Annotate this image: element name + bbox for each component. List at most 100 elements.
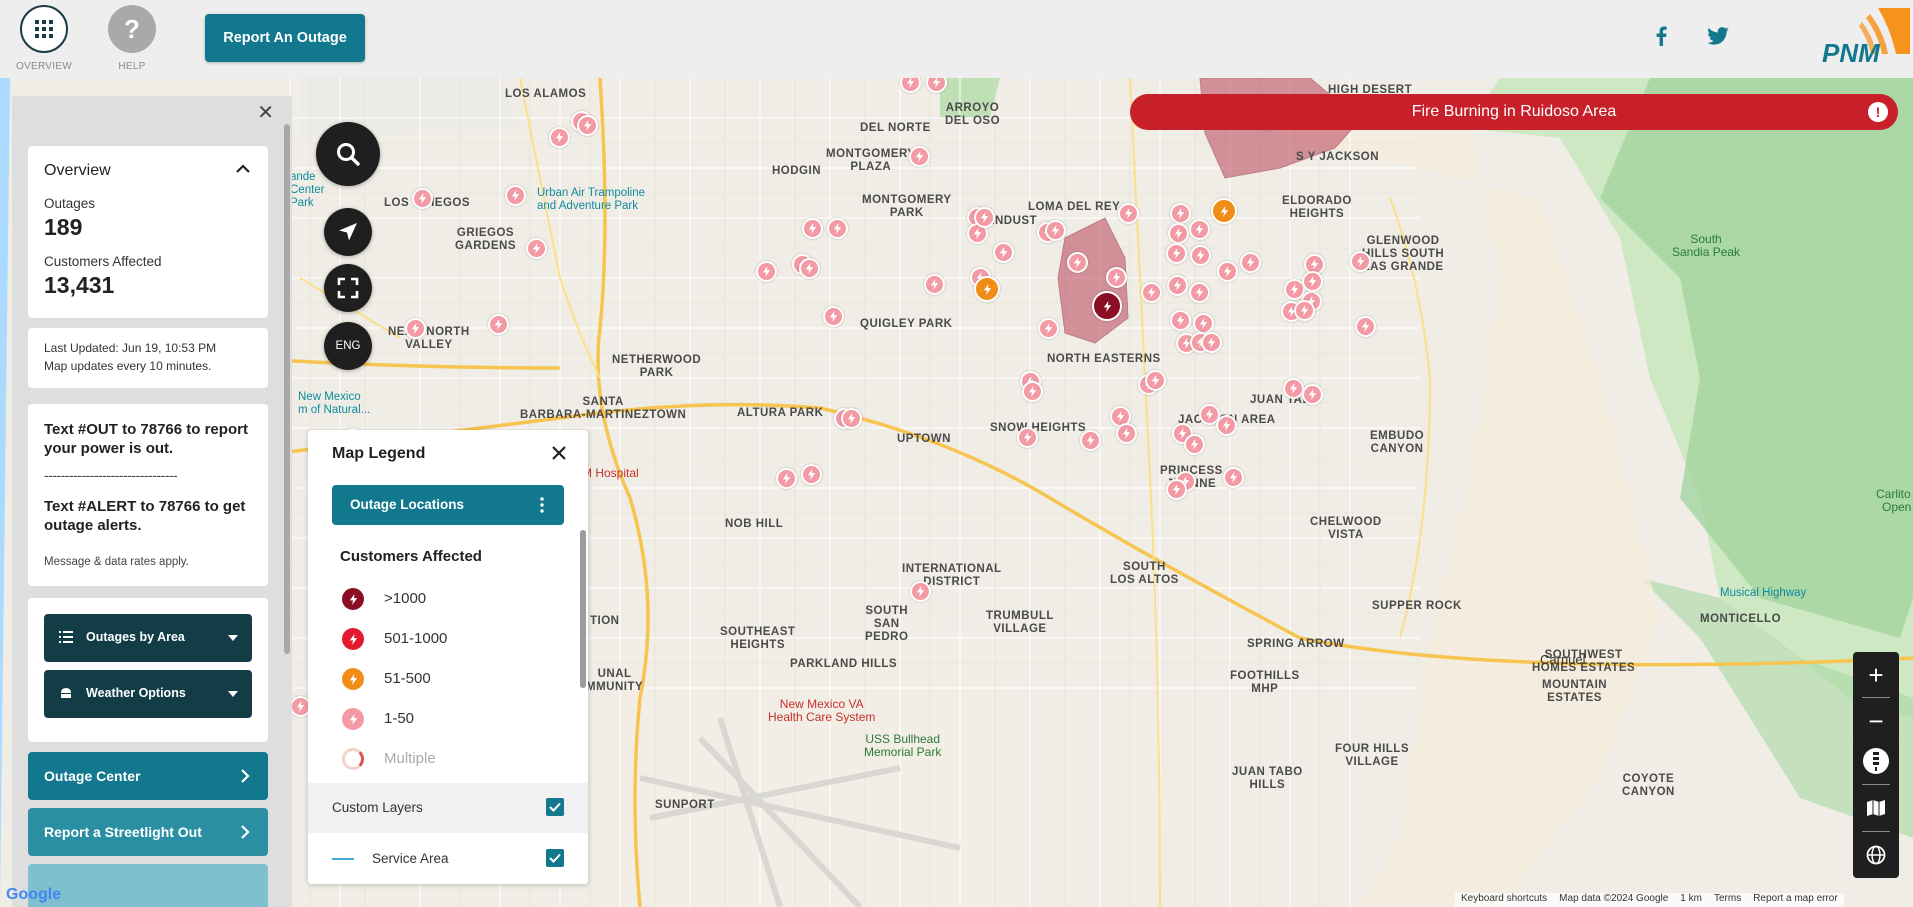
overview-label: OVERVIEW (15, 61, 73, 72)
service-area-checkbox[interactable] (546, 849, 564, 867)
close-panel-icon[interactable]: ✕ (257, 100, 274, 125)
locate-button[interactable] (324, 208, 372, 256)
outages-by-area-dropdown[interactable]: Outages by Area (44, 614, 252, 662)
outage-marker[interactable] (1223, 467, 1244, 488)
map-type-button[interactable] (1853, 785, 1899, 831)
outage-marker[interactable] (526, 238, 547, 259)
outage-marker[interactable] (1240, 252, 1261, 273)
outage-bolt-icon (342, 588, 364, 610)
outage-marker[interactable] (974, 207, 995, 228)
outage-marker[interactable] (924, 274, 945, 295)
outage-marker[interactable] (1189, 219, 1210, 240)
outage-marker[interactable] (1168, 223, 1189, 244)
outage-marker[interactable] (1350, 251, 1371, 272)
outage-marker[interactable] (1167, 275, 1188, 296)
outage-marker[interactable] (1166, 243, 1187, 264)
outage-marker[interactable] (1017, 427, 1038, 448)
alert-exclamation-icon[interactable]: ! (1868, 102, 1888, 122)
map-label-griegos-gardens: GRIEGOS GARDENS (455, 227, 517, 252)
outage-marker[interactable] (1080, 430, 1101, 451)
outage-center-button[interactable]: Outage Center (28, 752, 268, 800)
outage-marker[interactable] (823, 306, 844, 327)
search-button[interactable] (316, 122, 380, 186)
outage-marker[interactable] (1170, 203, 1191, 224)
outage-marker[interactable] (1283, 378, 1304, 399)
outage-marker[interactable] (974, 276, 1000, 302)
legend-item-label: 501-1000 (384, 630, 448, 647)
outage-marker[interactable] (1193, 313, 1214, 334)
zoom-in-button[interactable]: + (1853, 652, 1899, 698)
custom-layers-checkbox[interactable] (546, 798, 564, 816)
weather-options-dropdown[interactable]: Weather Options (44, 670, 252, 718)
legend-scrollbar[interactable] (580, 530, 586, 688)
outage-marker[interactable] (1302, 384, 1323, 405)
pnm-logo[interactable]: PNM (1818, 8, 1910, 68)
outage-marker[interactable] (1302, 271, 1323, 292)
close-legend-icon[interactable] (550, 444, 568, 462)
help-nav-button[interactable]: ? HELP (107, 5, 157, 72)
lightning-icon (932, 78, 941, 88)
fire-alert-banner[interactable]: Fire Burning in Ruidoso Area ! (1130, 94, 1898, 130)
outage-marker[interactable] (1067, 252, 1088, 273)
globe-button[interactable] (1853, 832, 1899, 878)
outage-marker[interactable] (1189, 282, 1210, 303)
scale-text[interactable]: 1 km (1680, 893, 1702, 907)
outage-marker[interactable] (910, 581, 931, 602)
outage-marker[interactable] (1211, 198, 1237, 224)
outage-marker[interactable] (799, 258, 820, 279)
terms-link[interactable]: Terms (1714, 893, 1741, 907)
outage-marker[interactable] (1217, 261, 1238, 282)
report-streetlight-button[interactable]: Report a Streetlight Out (28, 808, 268, 856)
chevron-up-icon[interactable] (234, 160, 252, 178)
outage-marker[interactable] (801, 464, 822, 485)
outage-marker[interactable] (1022, 381, 1043, 402)
fullscreen-button[interactable] (324, 264, 372, 312)
outage-marker[interactable] (505, 185, 526, 206)
outage-marker[interactable] (841, 408, 862, 429)
outage-marker[interactable] (827, 218, 848, 239)
lightning-icon (1051, 225, 1060, 236)
outage-marker[interactable] (1166, 479, 1187, 500)
outage-marker[interactable] (1118, 203, 1139, 224)
outage-marker[interactable] (1184, 434, 1205, 455)
outage-marker[interactable] (776, 468, 797, 489)
legend-toggle-button[interactable] (1853, 738, 1899, 784)
outage-marker[interactable] (1201, 332, 1222, 353)
panel-scrollbar[interactable] (284, 124, 290, 654)
outage-marker[interactable] (1116, 423, 1137, 444)
keyboard-shortcuts-link[interactable]: Keyboard shortcuts (1461, 893, 1547, 907)
outage-marker[interactable] (1294, 300, 1315, 321)
outage-marker[interactable] (1141, 282, 1162, 303)
outage-marker[interactable] (1045, 220, 1066, 241)
outage-marker[interactable] (488, 314, 509, 335)
outage-marker[interactable] (405, 318, 426, 339)
lightning-icon (1196, 250, 1205, 261)
grid-icon (20, 5, 68, 53)
twitter-icon[interactable] (1706, 24, 1730, 48)
facebook-icon[interactable] (1649, 24, 1673, 48)
outage-marker[interactable] (1106, 267, 1127, 288)
report-map-error-link[interactable]: Report a map error (1753, 893, 1837, 907)
outage-locations-tab[interactable]: Outage Locations (332, 485, 564, 525)
chevron-right-icon (241, 825, 250, 839)
outage-marker[interactable] (577, 115, 598, 136)
lightning-icon (296, 701, 305, 712)
outage-marker[interactable] (1190, 245, 1211, 266)
outage-marker[interactable] (993, 242, 1014, 263)
outage-marker[interactable] (1145, 370, 1166, 391)
outage-marker[interactable] (1216, 415, 1237, 436)
outage-marker[interactable] (549, 127, 570, 148)
overview-nav-button[interactable]: OVERVIEW (15, 5, 73, 72)
outage-marker[interactable] (802, 218, 823, 239)
report-outage-button[interactable]: Report An Outage (205, 14, 365, 62)
additional-nav-button[interactable] (28, 864, 268, 907)
outage-marker[interactable] (909, 146, 930, 167)
outage-marker[interactable] (1038, 318, 1059, 339)
language-button[interactable]: ENG (324, 322, 372, 370)
outage-marker[interactable] (412, 188, 433, 209)
outage-marker[interactable] (1170, 310, 1191, 331)
more-vertical-icon[interactable] (540, 497, 544, 513)
outage-marker[interactable] (1355, 316, 1376, 337)
outage-marker[interactable] (1092, 291, 1122, 321)
outage-marker[interactable] (756, 261, 777, 282)
